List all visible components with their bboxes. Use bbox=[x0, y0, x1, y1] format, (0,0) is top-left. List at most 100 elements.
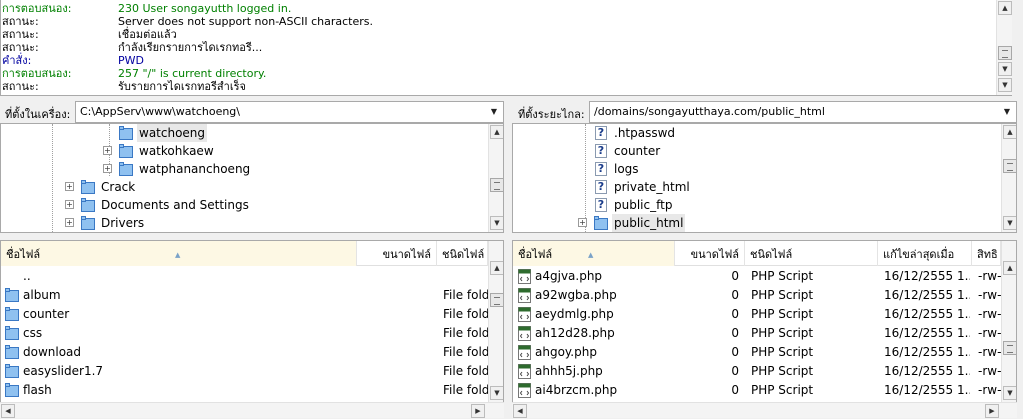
file-permissions: -rw- bbox=[978, 345, 1001, 359]
question-icon: ? bbox=[595, 162, 607, 176]
log-line: สถานะ: กำลังเรียกรายการไดเรกทอรี... bbox=[1, 41, 991, 54]
scroll-right-button[interactable]: ▶ bbox=[985, 404, 999, 418]
tree-item[interactable]: ? .htpasswd bbox=[513, 124, 993, 142]
file-row[interactable]: css File folder bbox=[1, 324, 488, 343]
plus-expander-icon[interactable]: + bbox=[65, 200, 74, 209]
local-list-scrollbar[interactable]: ▲ ▼ bbox=[488, 241, 503, 402]
file-row[interactable]: aeydmlg.php 0 PHP Script 16/12/2555 1...… bbox=[513, 305, 1001, 324]
plus-expander-icon[interactable]: + bbox=[103, 164, 112, 173]
file-row[interactable]: a92wgba.php 0 PHP Script 16/12/2555 1...… bbox=[513, 286, 1001, 305]
file-row[interactable]: ai4brzcm.php 0 PHP Script 16/12/2555 1..… bbox=[513, 381, 1001, 400]
log-label: การตอบสนอง: bbox=[2, 2, 72, 15]
file-row[interactable]: album File folder bbox=[1, 286, 488, 305]
log-line: การตอบสนอง: 257 "/" is current directory… bbox=[1, 67, 991, 80]
file-permissions: -rw- bbox=[978, 383, 1001, 397]
remote-file-list[interactable]: ▲ ชื่อไฟล์ ขนาดไฟล์ ชนิดไฟล์ แก้ไขล่าสุด… bbox=[512, 240, 1017, 403]
scroll-thumb[interactable] bbox=[490, 293, 503, 307]
scroll-thumb[interactable] bbox=[998, 46, 1012, 60]
local-horizontal-scrollbar[interactable]: ◀ ▶ bbox=[0, 402, 504, 418]
column-header-modified[interactable]: แก้ไขล่าสุดเมื่อ bbox=[878, 241, 972, 266]
file-name: ai4brzcm.php bbox=[535, 383, 618, 397]
tree-item[interactable]: + Drivers bbox=[1, 214, 481, 232]
tree-item[interactable]: + Crack bbox=[1, 178, 481, 196]
tree-item[interactable]: + watphananchoeng bbox=[1, 160, 481, 178]
column-header-name[interactable]: ▲ ชื่อไฟล์ bbox=[513, 241, 675, 266]
file-name: ah12d28.php bbox=[535, 326, 615, 340]
plus-expander-icon[interactable]: + bbox=[65, 218, 74, 227]
file-size: 0 bbox=[731, 269, 739, 283]
scroll-up-button[interactable]: ▲ bbox=[998, 1, 1012, 15]
scroll-right-button[interactable]: ▶ bbox=[471, 404, 485, 418]
file-row[interactable]: .. bbox=[1, 267, 488, 286]
column-header-permissions[interactable]: สิทธิ bbox=[972, 241, 1001, 266]
remote-directory-tree[interactable]: ? .htpasswd ? counter ? logs ? private_h… bbox=[512, 123, 1017, 233]
scroll-up-button[interactable]: ▲ bbox=[490, 125, 503, 139]
tree-item[interactable]: ? counter bbox=[513, 142, 993, 160]
local-path-combo[interactable]: C:\AppServ\www\watchoeng\ ▼ bbox=[75, 101, 504, 123]
plus-expander-icon[interactable]: + bbox=[103, 146, 112, 155]
file-name: a4gjva.php bbox=[535, 269, 603, 283]
folder-icon bbox=[5, 383, 20, 397]
tree-item[interactable]: ? logs bbox=[513, 160, 993, 178]
tree-item[interactable]: watchoeng bbox=[1, 124, 481, 142]
file-row[interactable]: ahhh5j.php 0 PHP Script 16/12/2555 1... … bbox=[513, 362, 1001, 381]
remote-horizontal-scrollbar[interactable]: ◀ ▶ bbox=[512, 402, 1017, 418]
log-line: สถานะ: Server does not support non-ASCII… bbox=[1, 15, 991, 28]
column-header-size[interactable]: ขนาดไฟล์ bbox=[357, 241, 437, 266]
pane-splitter[interactable] bbox=[504, 96, 512, 419]
scroll-down-button[interactable]: ▼ bbox=[490, 216, 503, 230]
folder-icon bbox=[5, 288, 20, 302]
scroll-thumb[interactable] bbox=[1003, 341, 1016, 355]
tree-item[interactable]: + watkohkaew bbox=[1, 142, 481, 160]
local-directory-tree[interactable]: watchoeng + watkohkaew + watphananchoeng… bbox=[0, 123, 504, 233]
scroll-down-button[interactable]: ▼ bbox=[490, 386, 503, 400]
scroll-down-button[interactable]: ▼ bbox=[998, 62, 1012, 76]
chevron-down-icon[interactable]: ▼ bbox=[486, 103, 502, 121]
column-header-name[interactable]: ▲ ชื่อไฟล์ bbox=[1, 241, 357, 266]
folder-icon bbox=[119, 162, 134, 176]
scroll-down-button[interactable]: ▼ bbox=[1003, 386, 1016, 400]
scroll-end-button[interactable]: ▼ bbox=[998, 78, 1012, 92]
column-header-size[interactable]: ขนาดไฟล์ bbox=[675, 241, 745, 266]
tree-item[interactable]: + Documents and Settings bbox=[1, 196, 481, 214]
file-row[interactable]: flash File folder bbox=[1, 381, 488, 400]
scroll-thumb[interactable] bbox=[1003, 159, 1016, 173]
local-tree-scrollbar[interactable]: ▲ ▼ bbox=[488, 124, 503, 232]
file-type: File folder bbox=[443, 345, 488, 359]
local-file-list[interactable]: ▲ ชื่อไฟล์ ขนาดไฟล์ ชนิดไฟล์ .. album Fi… bbox=[0, 240, 504, 403]
file-size: 0 bbox=[731, 345, 739, 359]
tree-item[interactable]: ? public_ftp bbox=[513, 196, 993, 214]
scroll-up-button[interactable]: ▲ bbox=[490, 261, 503, 275]
log-message: PWD bbox=[118, 54, 144, 67]
log-line: สถานะ: รับรายการไดเรกทอรีสำเร็จ bbox=[1, 80, 991, 93]
file-row[interactable]: download File folder bbox=[1, 343, 488, 362]
message-log[interactable]: การตอบสนอง: 230 User songayutth logged i… bbox=[0, 0, 1012, 96]
file-row[interactable]: easyslider1.7 File folder bbox=[1, 362, 488, 381]
file-row[interactable]: ahgoy.php 0 PHP Script 16/12/2555 1... -… bbox=[513, 343, 1001, 362]
plus-expander-icon[interactable]: + bbox=[578, 218, 587, 227]
scroll-up-button[interactable]: ▲ bbox=[1003, 125, 1016, 139]
remote-tree-scrollbar[interactable]: ▲ ▼ bbox=[1001, 124, 1016, 232]
chevron-down-icon[interactable]: ▼ bbox=[999, 103, 1015, 121]
scroll-left-button[interactable]: ◀ bbox=[1, 404, 15, 418]
log-message: Server does not support non-ASCII charac… bbox=[118, 15, 373, 28]
log-scrollbar[interactable]: ▲ ▼ ▼ bbox=[996, 0, 1012, 95]
column-header-type[interactable]: ชนิดไฟล์ bbox=[437, 241, 488, 266]
scroll-up-button[interactable]: ▲ bbox=[1003, 261, 1016, 275]
scroll-left-button[interactable]: ◀ bbox=[513, 404, 527, 418]
local-path-value: C:\AppServ\www\watchoeng\ bbox=[80, 105, 240, 118]
scroll-thumb[interactable] bbox=[490, 178, 503, 192]
plus-expander-icon[interactable]: + bbox=[65, 182, 74, 191]
tree-item[interactable]: + public_html bbox=[513, 214, 993, 232]
file-row[interactable]: counter File folder bbox=[1, 305, 488, 324]
file-row[interactable]: a4gjva.php 0 PHP Script 16/12/2555 1... … bbox=[513, 267, 1001, 286]
file-modified: 16/12/2555 1... bbox=[884, 269, 970, 283]
remote-path-combo[interactable]: /domains/songayutthaya.com/public_html ▼ bbox=[589, 101, 1017, 123]
tree-item[interactable]: ? private_html bbox=[513, 178, 993, 196]
file-size: 0 bbox=[731, 307, 739, 321]
remote-list-scrollbar[interactable]: ▲ ▼ bbox=[1001, 241, 1016, 402]
file-row[interactable]: ah12d28.php 0 PHP Script 16/12/2555 1...… bbox=[513, 324, 1001, 343]
scroll-down-button[interactable]: ▼ bbox=[1003, 216, 1016, 230]
column-header-type[interactable]: ชนิดไฟล์ bbox=[745, 241, 878, 266]
file-type: PHP Script bbox=[751, 364, 814, 378]
